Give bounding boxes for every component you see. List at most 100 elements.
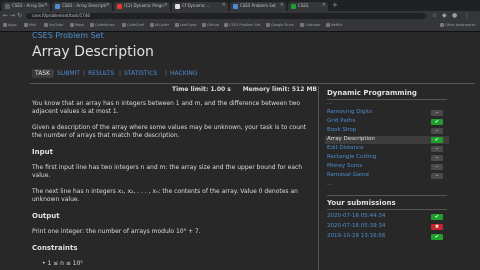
bookmark-3[interactable]: Maps (70, 23, 84, 27)
site-title-link[interactable]: CSES Problem Set (32, 31, 104, 40)
sidebar-divider (327, 195, 447, 196)
sidebar-item-removing-digits[interactable]: Removing Digits – (327, 109, 449, 117)
new-tab-icon[interactable]: + (332, 1, 338, 9)
tab-title: (12) Dynamic Programming (124, 3, 164, 8)
sidebar-divider (327, 209, 447, 210)
bookmark-12[interactable]: Netflix (326, 23, 342, 27)
browser-tab-bar: CSES - Array Description × CSES - Array … (0, 0, 480, 11)
status-badge: – (431, 164, 443, 170)
folder-icon (440, 23, 444, 27)
forward-icon[interactable]: → (10, 12, 15, 19)
tab-1[interactable]: CSES - Array Description - Google Chrome… (52, 2, 112, 11)
status-badge: – (431, 155, 443, 161)
status-badge: ✖ (431, 224, 443, 230)
tab-results[interactable]: RESULTS (88, 70, 114, 77)
bookmark-8[interactable]: GitHub (202, 23, 219, 27)
bookmark-icon (224, 23, 228, 27)
menu-icon[interactable]: ⋮ (464, 12, 470, 19)
sidebar-ellipsis-end[interactable]: ... (327, 181, 449, 189)
input-paragraph-2: The next line has n integers x₁, x₂, . .… (32, 188, 298, 203)
bookmark-icon (70, 23, 74, 27)
close-icon[interactable]: × (280, 2, 284, 8)
bookmark-5[interactable]: CodeChef (122, 23, 144, 27)
bookmark-0[interactable]: Apps (3, 23, 17, 27)
sidebar-item-edit-distance[interactable]: Edit Distance – (327, 145, 449, 153)
status-badge: ✔ (431, 214, 443, 220)
avatar[interactable]: ● (452, 12, 457, 19)
status-badge: ✔ (431, 119, 443, 125)
page-title: Array Description (32, 44, 154, 60)
tab-favicon-icon (117, 4, 122, 9)
reload-icon[interactable]: ↻ (17, 12, 22, 19)
close-icon[interactable]: × (106, 2, 110, 8)
bookmark-6[interactable]: AtCoder (150, 23, 169, 27)
constraints-heading: Constraints (32, 244, 78, 252)
sidebar-item-book-shop[interactable]: Book Shop – (327, 127, 449, 135)
sidebar-ellipsis[interactable]: ... (327, 100, 449, 108)
tab-2[interactable]: (12) Dynamic Programming × (114, 2, 170, 11)
back-icon[interactable]: ← (3, 12, 8, 19)
tab-favicon-icon (55, 4, 60, 9)
tab-5[interactable]: CSES × (288, 2, 328, 11)
time-limit: Time limit: 1.00 s (172, 86, 231, 93)
tab-title: CSES (298, 3, 309, 8)
submission-row[interactable]: 2019-10-28 13:16:56 ✔ (327, 233, 449, 241)
status-badge: – (431, 128, 443, 134)
bookmark-icon (202, 23, 206, 27)
nav-separator: | (119, 70, 122, 77)
tab-title: Cf Dynamic ... (182, 3, 211, 8)
close-icon[interactable]: × (322, 2, 326, 8)
tab-submit[interactable]: SUBMIT (57, 70, 80, 77)
submission-row[interactable]: 2020-07-16 05:44:34 ✔ (327, 213, 449, 221)
page-content: CSES Problem Set Array Description TASK … (0, 31, 480, 270)
tab-task[interactable]: TASK (32, 69, 54, 78)
status-badge: ✔ (431, 137, 443, 143)
nav-separator: | (165, 70, 168, 77)
bookmark-7[interactable]: LeetCode (175, 23, 197, 27)
bookmark-1[interactable]: Mail (24, 23, 36, 27)
sidebar-item-money-sums[interactable]: Money Sums – (327, 163, 449, 171)
close-icon[interactable]: × (164, 2, 168, 8)
bookmark-9[interactable]: CSES Problem Set (224, 23, 260, 27)
bookmark-2[interactable]: YouTube (44, 23, 63, 27)
submission-row[interactable]: 2020-07-16 05:39:34 ✖ (327, 223, 449, 231)
tab-statistics[interactable]: STATISTICS (124, 70, 157, 77)
url-field[interactable]: cses.fi/problemset/task/1746 (26, 13, 426, 19)
tab-title: CSES Problem Set (240, 3, 276, 8)
tab-favicon-icon (5, 4, 10, 9)
sidebar-item-grid-paths[interactable]: Grid Paths ✔ (327, 118, 449, 126)
sidebar-item-removal-game[interactable]: Removal Game – (327, 172, 449, 180)
bookmark-13[interactable]: Other bookmarks (440, 23, 475, 27)
address-bar: ← → ↻ cses.fi/problemset/task/1746 ☆ ◆ ●… (0, 11, 480, 21)
tab-title: CSES - Array Description (12, 3, 44, 8)
submissions-title: Your submissions (327, 199, 396, 207)
star-icon[interactable]: ☆ (432, 12, 437, 19)
bookmark-icon (44, 23, 48, 27)
sidebar-item-array-description[interactable]: Array Description ✔ (325, 136, 449, 144)
close-icon[interactable]: × (222, 2, 226, 8)
bookmark-icon (300, 23, 304, 27)
url-text: cses.fi/problemset/task/1746 (32, 13, 90, 18)
bookmark-10[interactable]: Google Drive (266, 23, 294, 27)
memory-limit: Memory limit: 512 MB (242, 86, 317, 93)
status-badge: – (431, 110, 443, 116)
tab-hacking[interactable]: HACKING (170, 70, 198, 77)
nav-separator: | (83, 70, 86, 77)
sidebar-item-rectangle-cutting[interactable]: Rectangle Cutting – (327, 154, 449, 162)
page-header: CSES Problem Set Array Description TASK … (0, 31, 480, 80)
header-divider (30, 83, 475, 84)
tab-0[interactable]: CSES - Array Description × (2, 2, 50, 11)
input-heading: Input (32, 148, 53, 156)
bookmark-4[interactable]: Codeforces (90, 23, 115, 27)
extensions-icon[interactable]: ◆ (442, 12, 447, 19)
bookmark-icon (90, 23, 94, 27)
bookmark-11[interactable]: Calendar (300, 23, 321, 27)
tab-favicon-icon (175, 4, 180, 9)
intro-paragraph: You know that an array has n integers be… (32, 100, 301, 115)
tab-3[interactable]: Cf Dynamic ... × (172, 2, 228, 11)
bookmark-icon (3, 23, 7, 27)
tab-favicon-icon (233, 4, 238, 9)
close-icon[interactable]: × (44, 2, 48, 8)
tab-title: CSES - Array Description - Google Chrome (62, 3, 106, 8)
tab-4[interactable]: CSES Problem Set × (230, 2, 286, 11)
